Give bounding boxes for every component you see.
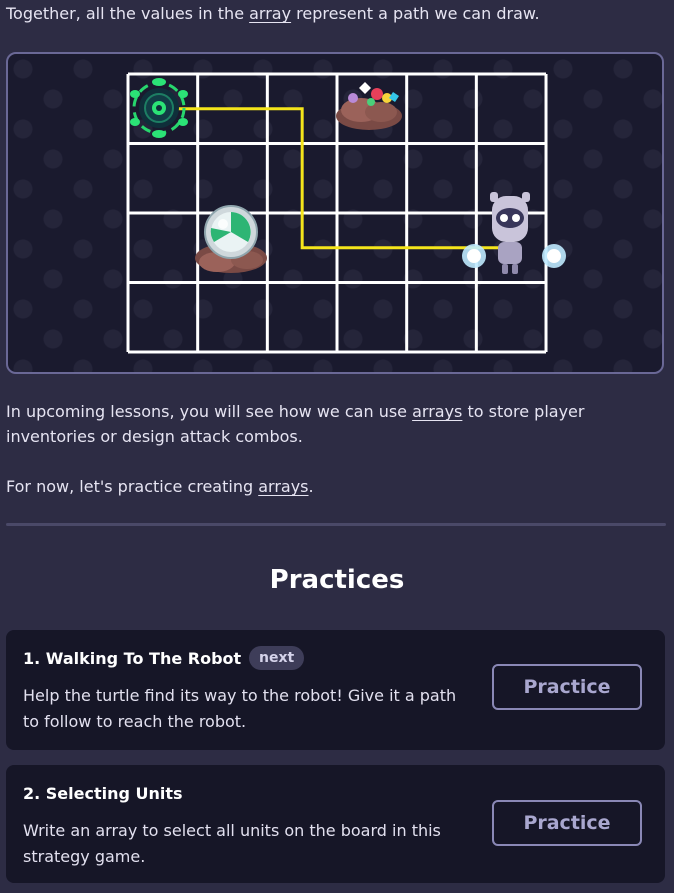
practices-heading: Practices [269, 565, 405, 595]
path-board [6, 52, 664, 374]
practice-title: 2. Selecting Units [23, 784, 183, 803]
practice-intro: For now, let's practice creating arrays. [6, 474, 646, 499]
crystal-ball-icon [195, 205, 267, 273]
practice-button[interactable]: Practice [492, 664, 642, 710]
practice-intro-start: For now, let's practice creating [6, 477, 259, 496]
practice-description: Help the turtle find its way to the robo… [23, 686, 457, 731]
gem-pile-icon [336, 82, 402, 130]
grid-board-svg [126, 72, 566, 354]
lesson-paragraph: In upcoming lessons, you will see how we… [6, 399, 646, 449]
lesson-paragraph-start: In upcoming lessons, you will see how we… [6, 402, 413, 421]
intro-text-start: Together, all the values in the [6, 4, 250, 23]
practice-title: 1. Walking To The Robot [23, 649, 242, 668]
practice-button[interactable]: Practice [492, 800, 642, 846]
practice-card: 2. Selecting Units Write an array to sel… [6, 765, 665, 883]
intro-text: Together, all the values in the array re… [6, 3, 540, 25]
next-badge: next [249, 646, 305, 670]
practice-description: Write an array to select all units on th… [23, 821, 441, 866]
section-divider [6, 523, 666, 526]
intro-text-end: represent a path we can draw. [291, 4, 540, 23]
practice-card: 1. Walking To The Robot next Help the tu… [6, 630, 665, 750]
practice-intro-end: . [308, 477, 314, 496]
arrays-link-2[interactable]: arrays [258, 477, 308, 496]
arrays-link[interactable]: arrays [412, 402, 462, 421]
array-link[interactable]: array [249, 4, 291, 23]
